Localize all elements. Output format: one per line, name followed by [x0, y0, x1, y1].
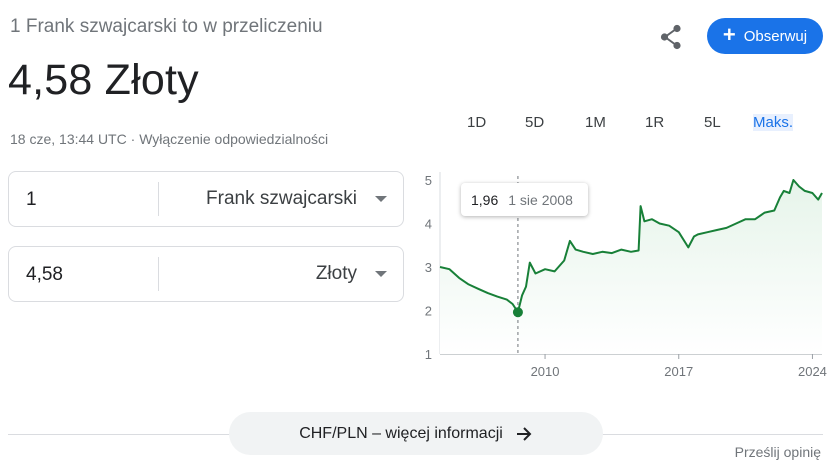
- tooltip-value: 1,96: [471, 191, 499, 208]
- arrow-right-icon: [516, 426, 532, 441]
- tab-5d[interactable]: 5D: [525, 114, 544, 131]
- follow-label: Obserwuj: [743, 27, 808, 45]
- y-tick-label: 4: [425, 217, 432, 232]
- from-currency-field: 1 Frank szwajcarski: [8, 171, 404, 227]
- plus-icon: +: [722, 22, 736, 47]
- tooltip-date: 1 sie 2008: [508, 191, 573, 208]
- range-tabs: 1D 5D 1M 1R 5L Maks.: [448, 108, 828, 138]
- feedback-link[interactable]: Prześlij opinię: [735, 444, 821, 460]
- tab-1m[interactable]: 1M: [585, 114, 606, 131]
- field-divider: [158, 182, 159, 216]
- disclaimer-link[interactable]: Wyłączenie odpowiedzialności: [139, 131, 328, 147]
- conversion-subtitle: 1 Frank szwajcarski to w przeliczeniu: [10, 16, 323, 37]
- separator: ·: [130, 131, 136, 147]
- chart-tooltip: 1,96 1 sie 2008: [461, 183, 588, 216]
- timestamp: 18 cze, 13:44 UTC: [10, 131, 127, 147]
- to-currency-field: 4,58 Złoty: [8, 246, 404, 302]
- chevron-down-icon[interactable]: [375, 271, 387, 277]
- chevron-down-icon[interactable]: [375, 196, 387, 202]
- from-currency-select[interactable]: Frank szwajcarski: [206, 188, 357, 210]
- share-icon[interactable]: [656, 22, 686, 52]
- tab-1r[interactable]: 1R: [645, 114, 664, 131]
- x-tick-label: 2024: [798, 364, 827, 379]
- more-info-button[interactable]: CHF/PLN – więcej informacji: [229, 412, 603, 455]
- from-amount-input[interactable]: 1: [26, 189, 37, 211]
- y-tick-label: 1: [425, 347, 432, 362]
- y-tick-label: 5: [425, 173, 432, 188]
- follow-button[interactable]: + Obserwuj: [707, 18, 823, 54]
- tab-1d[interactable]: 1D: [467, 114, 486, 131]
- converted-value: 4,58 Złoty: [8, 56, 199, 104]
- x-tick-label: 2010: [531, 364, 560, 379]
- to-amount-input[interactable]: 4,58: [26, 264, 63, 286]
- more-info-label: CHF/PLN – więcej informacji: [299, 424, 503, 442]
- to-currency-select[interactable]: Złoty: [316, 263, 357, 285]
- x-tick-label: 2017: [664, 364, 693, 379]
- highlight-point: [512, 307, 523, 318]
- y-tick-label: 2: [425, 304, 432, 319]
- meta-line: 18 cze, 13:44 UTC · Wyłączenie odpowiedz…: [10, 131, 328, 147]
- y-tick-label: 3: [425, 260, 432, 275]
- tab-max[interactable]: Maks.: [753, 114, 794, 131]
- field-divider: [158, 257, 159, 291]
- tab-5l[interactable]: 5L: [704, 114, 721, 131]
